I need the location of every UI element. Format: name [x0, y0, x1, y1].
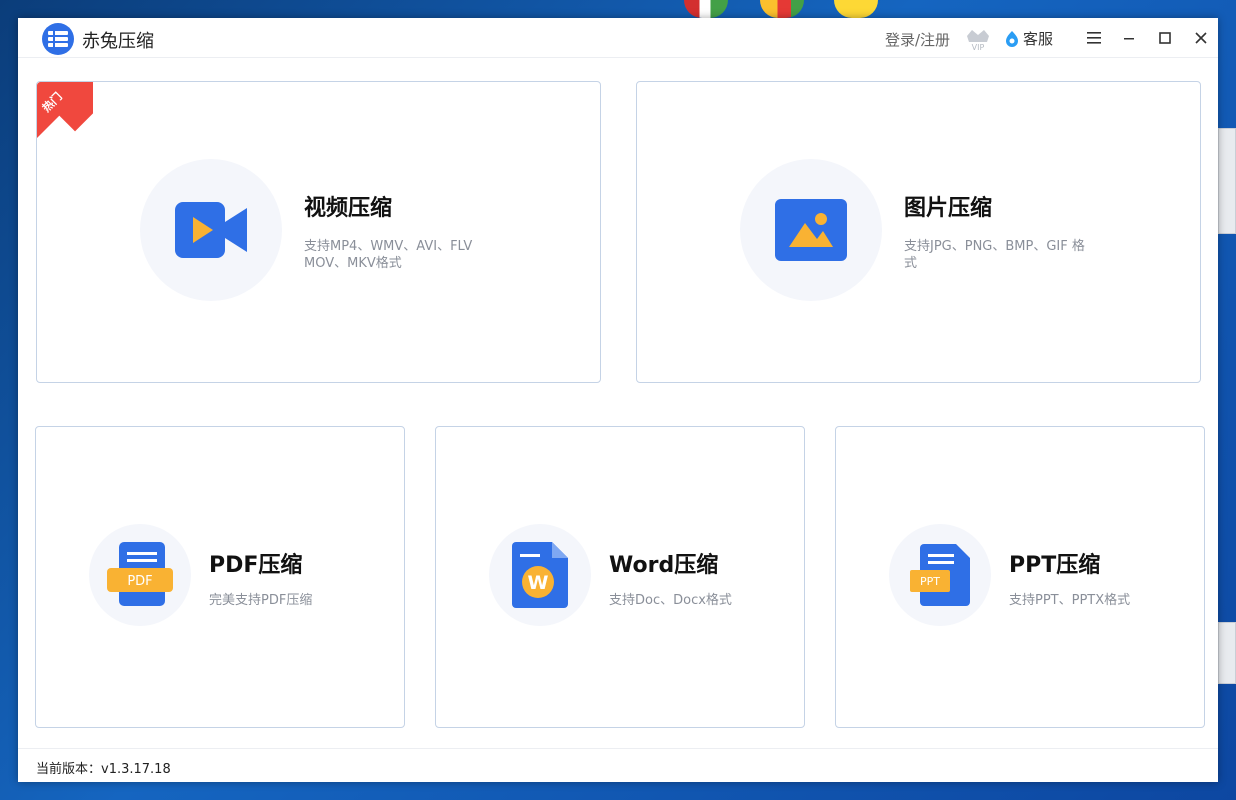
login-register-link[interactable]: 登录/注册	[885, 29, 950, 50]
image-compress-desc: 支持JPG、PNG、BMP、GIF 格式	[904, 239, 1085, 271]
image-compress-card[interactable]: 图片压缩 支持JPG、PNG、BMP、GIF 格式	[636, 81, 1201, 383]
ppt-icon-container: PPT	[889, 524, 991, 626]
service-icon	[1006, 30, 1018, 47]
svg-text:PDF: PDF	[127, 574, 152, 589]
hamburger-icon	[1087, 32, 1101, 44]
background-window-edge	[1218, 128, 1236, 234]
svg-text:PPT: PPT	[920, 575, 940, 588]
pdf-file-icon: PDF	[107, 542, 173, 606]
app-title: 赤兔压缩	[82, 31, 154, 52]
app-window: 赤兔压缩 登录/注册 VIP 客服 热门 视频压缩 支持MP4、WMV、AVI、…	[18, 18, 1218, 782]
word-compress-card[interactable]: W Word压缩 支持Doc、Docx格式	[435, 426, 805, 728]
ppt-compress-desc: 支持PPT、PPTX格式	[1009, 593, 1131, 608]
maximize-icon	[1159, 32, 1171, 44]
svg-text:VIP: VIP	[972, 43, 985, 52]
close-icon	[1195, 32, 1207, 44]
maximize-button[interactable]	[1153, 26, 1177, 50]
minimize-icon	[1124, 38, 1134, 40]
video-compress-desc: 支持MP4、WMV、AVI、FLV MOV、MKV格式	[304, 239, 473, 271]
svg-text:W: W	[528, 572, 549, 594]
desktop-icon	[684, 0, 728, 18]
service-label: 客服	[1023, 30, 1054, 48]
close-button[interactable]	[1189, 26, 1213, 50]
background-window-edge	[1218, 622, 1236, 684]
word-compress-title: Word压缩	[609, 553, 719, 578]
title-bar: 赤兔压缩 登录/注册 VIP 客服	[18, 18, 1218, 58]
ppt-compress-title: PPT压缩	[1009, 553, 1101, 578]
pdf-compress-card[interactable]: PDF PDF压缩 完美支持PDF压缩	[35, 426, 405, 728]
desktop-icon	[834, 0, 878, 18]
vip-crown-icon[interactable]: VIP	[964, 24, 992, 52]
version-label: 当前版本：v1.3.17.18	[36, 762, 171, 777]
video-camera-icon	[175, 202, 247, 258]
ppt-compress-card[interactable]: PPT PPT压缩 支持PPT、PPTX格式	[835, 426, 1205, 728]
image-icon-container	[740, 159, 882, 301]
image-compress-title: 图片压缩	[904, 196, 993, 221]
pdf-compress-title: PDF压缩	[209, 553, 303, 578]
picture-icon	[775, 199, 847, 261]
word-icon-container: W	[489, 524, 591, 626]
pdf-compress-desc: 完美支持PDF压缩	[209, 593, 313, 608]
ppt-file-icon: PPT	[910, 544, 970, 606]
customer-service-button[interactable]: 客服	[1004, 28, 1053, 49]
video-compress-card[interactable]: 热门 视频压缩 支持MP4、WMV、AVI、FLV MOV、MKV格式	[36, 81, 601, 383]
video-icon-container	[140, 159, 282, 301]
word-compress-desc: 支持Doc、Docx格式	[609, 593, 732, 608]
menu-button[interactable]	[1082, 26, 1106, 50]
word-file-icon: W	[512, 542, 568, 608]
hot-badge: 热门	[37, 82, 93, 138]
pdf-icon-container: PDF	[89, 524, 191, 626]
status-footer: 当前版本：v1.3.17.18	[18, 748, 1218, 782]
video-compress-title: 视频压缩	[304, 196, 393, 221]
app-logo-icon	[42, 23, 74, 55]
desktop-icon	[760, 0, 804, 18]
minimize-button[interactable]	[1117, 26, 1141, 50]
